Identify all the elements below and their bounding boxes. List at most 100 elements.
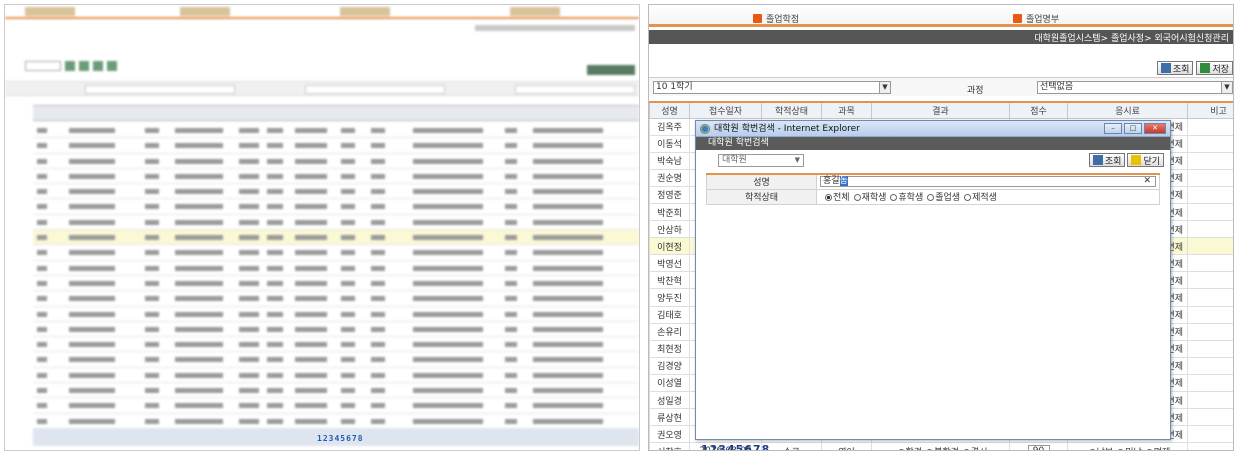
status-radio[interactable]: [853, 194, 861, 201]
chevron-down-icon: ▼: [879, 82, 890, 93]
cell-name: 박영선: [649, 254, 690, 273]
close-icon: [1131, 155, 1142, 165]
left-table-row: [33, 307, 639, 322]
col-score[interactable]: 점수: [1009, 101, 1068, 119]
result-radio[interactable]: [926, 448, 934, 450]
name-label: 성명: [706, 173, 817, 190]
search-icon: [1092, 155, 1103, 165]
cell-name: 김옥주: [649, 117, 690, 136]
cell-name: 이현정: [649, 237, 690, 256]
left-table-row: [33, 199, 639, 215]
popup-subtitle: 대학원 학번검색: [696, 137, 1170, 150]
left-action-buttons: [587, 65, 635, 75]
popup-titlebar[interactable]: 대학원 학번검색 - Internet Explorer – □ ✕: [696, 121, 1170, 137]
tab-graduation-credits[interactable]: 졸업학점: [753, 12, 799, 25]
grid-header-row: 성명 접수일자 학적상태 과목 결과 점수 응시료 비고: [649, 101, 1233, 119]
chevron-down-icon: ▼: [794, 156, 800, 164]
left-table-row: [33, 337, 639, 353]
cell-name: 정영준: [649, 185, 690, 204]
left-table-row: [33, 184, 639, 200]
save-icon: [1200, 63, 1211, 73]
course-select[interactable]: 선택없음 ▼: [1037, 81, 1233, 94]
save-button[interactable]: 저장: [1196, 61, 1233, 75]
student-search-popup: 대학원 학번검색 - Internet Explorer – □ ✕ 대학원 학…: [695, 120, 1171, 440]
filter-row: 10 1학기 ▼ 과정 선택없음 ▼: [649, 77, 1233, 96]
status-radio[interactable]: [964, 194, 972, 201]
cell-name: 류상현: [649, 408, 690, 427]
main-toolbar: 조회 저장: [1156, 61, 1233, 75]
cell-name: 권순명: [649, 168, 690, 187]
dept-select[interactable]: 대학원 ▼: [718, 154, 804, 167]
cell-score: 90: [1009, 442, 1068, 450]
minimize-button[interactable]: –: [1104, 123, 1122, 134]
cell-name: 안상하: [649, 220, 690, 239]
maximize-button[interactable]: □: [1124, 123, 1142, 134]
popup-buttons: 조회 닫기: [1088, 153, 1164, 167]
cell-name: 최현정: [649, 339, 690, 358]
status-radio[interactable]: [890, 194, 898, 201]
col-subject[interactable]: 과목: [821, 101, 872, 119]
cell-name: 박숙남: [649, 151, 690, 170]
left-grid-header: [33, 105, 639, 121]
left-toolbar: [25, 61, 135, 71]
course-label: 과정: [967, 86, 984, 96]
left-table-row: [33, 276, 639, 292]
left-table-row: [33, 169, 639, 185]
left-table-row: [33, 261, 639, 276]
close-window-button[interactable]: ✕: [1144, 123, 1166, 134]
left-table-row: [33, 383, 639, 399]
cell-subject: 영어: [821, 442, 872, 450]
left-table-row: [33, 230, 639, 246]
left-table-row: [33, 291, 639, 307]
cell-name: 서창호: [649, 442, 690, 450]
pager[interactable]: 12345678: [701, 443, 770, 450]
right-header: 졸업학점 졸업명부: [649, 5, 1233, 27]
col-fee[interactable]: 응시료: [1067, 101, 1188, 119]
fee-radio[interactable]: [1088, 448, 1096, 450]
col-name[interactable]: 성명: [649, 101, 690, 119]
col-note[interactable]: 비고: [1187, 101, 1233, 119]
right-screenshot-panel: 졸업학점 졸업명부 대학원졸업시스템> 졸업사정> 외국어시험신청관리 조회 저…: [648, 4, 1234, 451]
cell-fee: 납부미납면제: [1067, 442, 1188, 450]
popup-search-form: 성명 홍길동 ✕ 학적상태 전체 재학생 휴학생 졸업생 제적생: [706, 173, 1160, 205]
cell-name: 이성열: [649, 373, 690, 393]
col-result[interactable]: 결과: [871, 101, 1010, 119]
search-button[interactable]: 조회: [1156, 61, 1194, 75]
cell-name: 박준희: [649, 202, 690, 222]
cell-name: 손유리: [649, 322, 690, 341]
cell-status: 수료: [761, 442, 822, 450]
popup-close-button[interactable]: 닫기: [1127, 153, 1164, 167]
fee-radio[interactable]: [1145, 448, 1153, 450]
left-table-row: [33, 215, 639, 231]
search-icon: [1160, 63, 1171, 73]
popup-search-button[interactable]: 조회: [1088, 153, 1126, 167]
fee-radio[interactable]: [1117, 448, 1125, 450]
result-radio[interactable]: [897, 448, 905, 450]
status-label: 학적상태: [706, 188, 817, 205]
clear-icon[interactable]: ✕: [1143, 177, 1151, 186]
chevron-down-icon: ▼: [1221, 82, 1232, 93]
left-grid-rows: [33, 123, 639, 429]
ie-logo-icon: [700, 124, 710, 134]
left-table-row: [33, 123, 639, 139]
left-table-row: [33, 138, 639, 154]
term-select[interactable]: 10 1학기 ▼: [653, 81, 891, 94]
col-date[interactable]: 접수일자: [689, 101, 762, 119]
name-input[interactable]: 홍길동 ✕: [820, 176, 1156, 188]
status-radio-group: 전체 재학생 휴학생 졸업생 제적생: [816, 188, 1160, 205]
cell-name: 이동석: [649, 134, 690, 153]
col-status[interactable]: 학적상태: [761, 101, 822, 119]
left-table-row: [33, 322, 639, 338]
left-search-row: [5, 81, 639, 96]
left-screenshot-panel: 12345678: [4, 4, 640, 451]
breadcrumb: 대학원졸업시스템> 졸업사정> 외국어시험신청관리: [649, 30, 1233, 44]
tab-graduation-list[interactable]: 졸업명부: [1013, 12, 1059, 25]
result-radio[interactable]: [962, 448, 970, 450]
left-pager[interactable]: 12345678: [317, 434, 364, 443]
status-radio[interactable]: [927, 194, 935, 201]
left-table-row: [33, 368, 639, 384]
cell-name: 김태호: [649, 305, 690, 324]
popup-toolbar: 대학원 ▼ 조회 닫기: [696, 150, 1170, 170]
status-radio[interactable]: [825, 194, 832, 201]
score-input[interactable]: 90: [1027, 445, 1050, 450]
